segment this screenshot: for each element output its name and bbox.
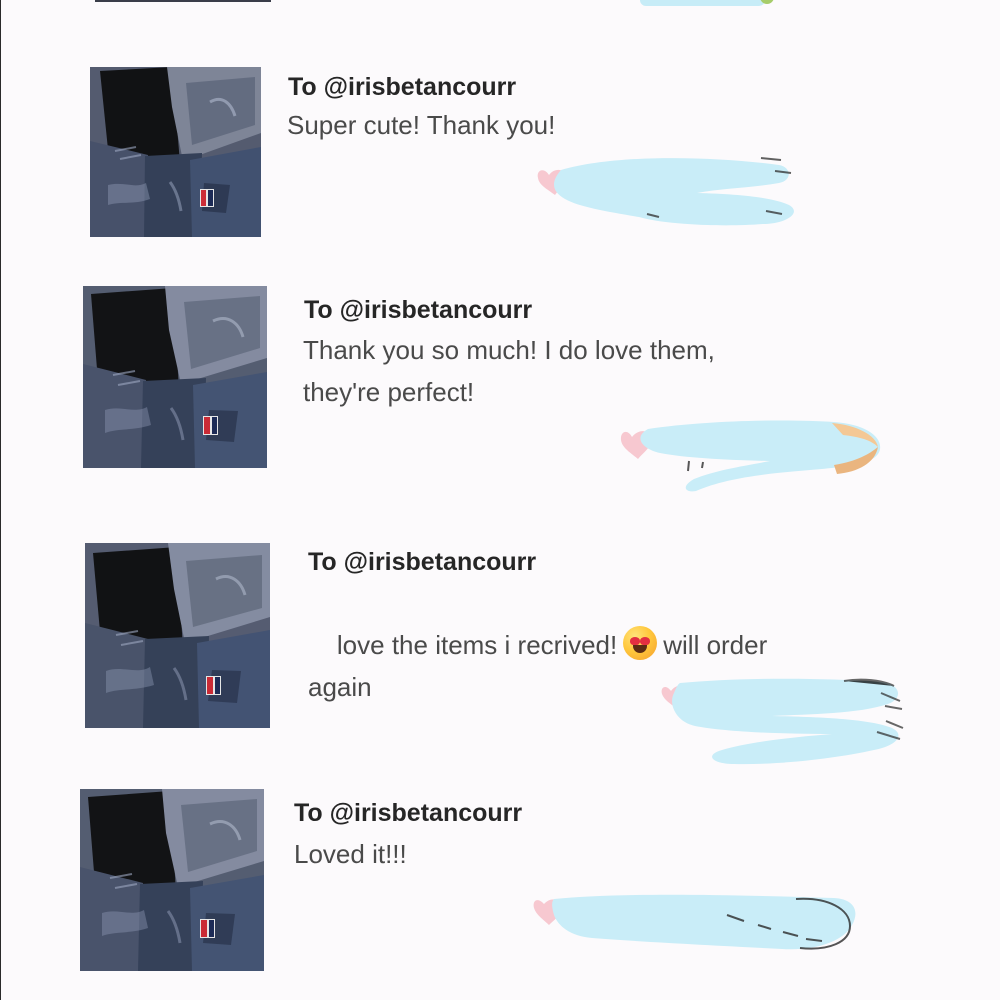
review-message: Loved it!!! <box>294 839 407 869</box>
redacted-reviewer-scribble <box>533 890 858 958</box>
review-thumbnail[interactable] <box>80 789 264 971</box>
review-item: To @irisbetancourr Loved it!!! <box>0 0 1000 1000</box>
review-recipient: To @irisbetancourr <box>294 799 523 827</box>
